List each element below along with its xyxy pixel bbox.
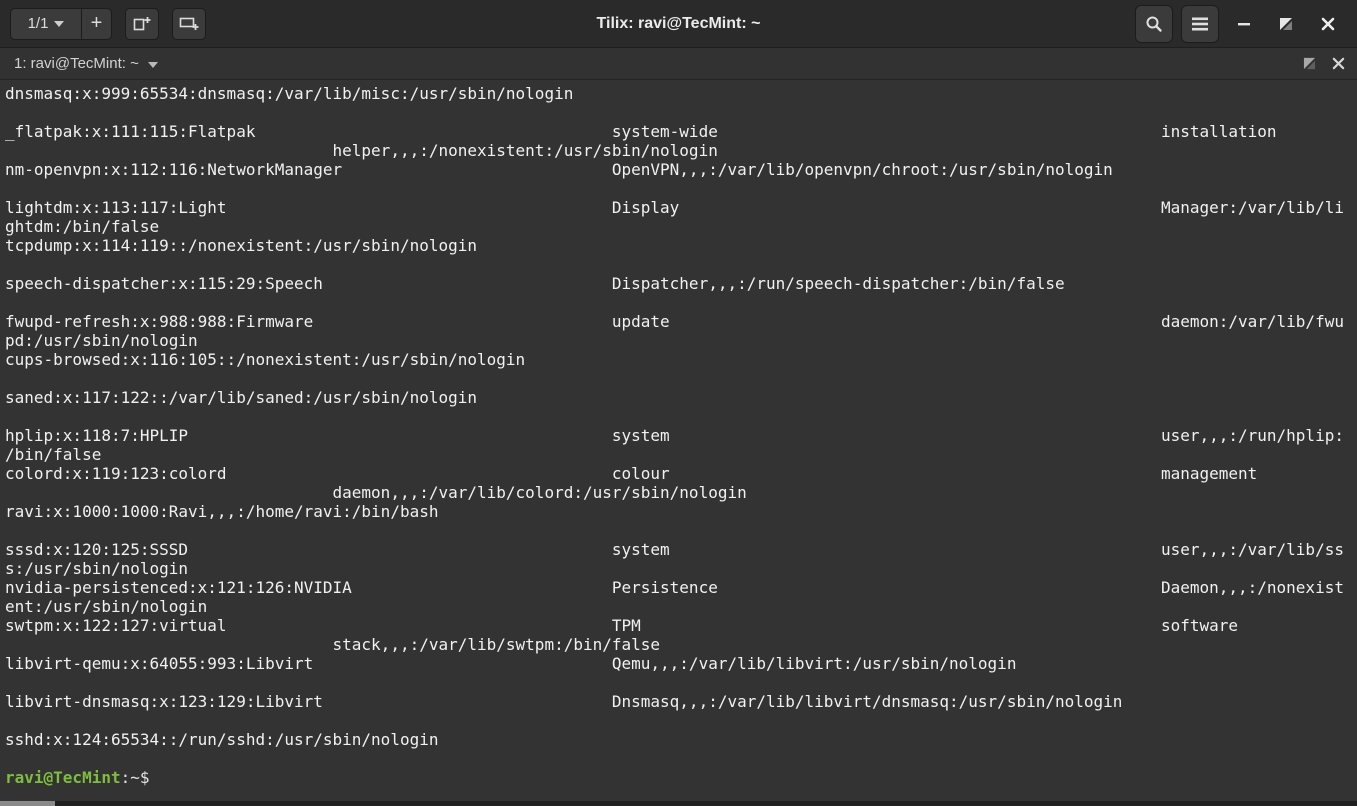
terminal-line: swtpm:x:122:127:virtual TPM software — [5, 616, 1238, 635]
close-button[interactable] — [1311, 5, 1345, 43]
terminal-title-dropdown[interactable]: 1: ravi@TecMint: ~ — [14, 55, 158, 72]
terminal-line: speech-dispatcher:x:115:29:Speech Dispat… — [5, 274, 1065, 293]
terminal-line: sssd:x:120:125:SSSD system user,,,:/var/… — [5, 540, 1344, 559]
terminal-line: saned:x:117:122::/var/lib/saned:/usr/sbi… — [5, 388, 478, 407]
terminal-line: /bin/false — [5, 445, 102, 464]
terminal-line: nm-openvpn:x:112:116:NetworkManager Open… — [5, 160, 1113, 179]
search-button[interactable] — [1135, 5, 1173, 43]
split-terminal-right-button[interactable] — [125, 7, 159, 40]
minimize-icon — [1237, 17, 1251, 31]
session-selector-button[interactable]: 1/1 — [10, 7, 82, 40]
plus-icon: + — [90, 12, 103, 34]
search-icon — [1145, 15, 1163, 33]
chevron-down-icon — [54, 20, 65, 27]
terminal-line: s:/usr/sbin/nologin — [5, 559, 189, 578]
terminal-line: fwupd-refresh:x:988:988:Firmware update … — [5, 312, 1344, 331]
terminal-line: cups-browsed:x:116:105::/nonexistent:/us… — [5, 350, 526, 369]
session-indicator: 1/1 — [27, 15, 49, 32]
restore-window-icon — [1279, 17, 1293, 31]
terminal-line: sshd:x:124:65534::/run/sshd:/usr/sbin/no… — [5, 730, 439, 749]
menu-button[interactable] — [1181, 5, 1219, 43]
add-terminal-down-icon — [179, 16, 199, 32]
close-icon — [1321, 17, 1335, 31]
new-session-button[interactable]: + — [82, 7, 112, 40]
split-terminal-down-button[interactable] — [172, 7, 206, 40]
terminal-title: 1: ravi@TecMint: ~ — [14, 55, 139, 72]
terminal-line: libvirt-qemu:x:64055:993:Libvirt Qemu,,,… — [5, 654, 1017, 673]
terminal-line: dnsmasq:x:999:65534:dnsmasq:/var/lib/mis… — [5, 84, 574, 103]
terminal-line: tcpdump:x:114:119::/nonexistent:/usr/sbi… — [5, 236, 478, 255]
shell-prompt: ravi@TecMint:~$ — [5, 768, 1357, 787]
close-terminal-button[interactable] — [1332, 57, 1345, 70]
chevron-down-icon — [147, 61, 158, 68]
terminal-line: lightdm:x:113:117:Light Display Manager:… — [5, 198, 1344, 217]
terminal-line: colord:x:119:123:colord colour managemen… — [5, 464, 1258, 483]
terminal-line: _flatpak:x:111:115:Flatpak system-wide i… — [5, 122, 1277, 141]
terminal-line: daemon,,,:/var/lib/colord:/usr/sbin/nolo… — [5, 483, 747, 502]
terminal-line: ghtdm:/bin/false — [5, 217, 160, 236]
resize-grip[interactable] — [0, 801, 55, 806]
hamburger-menu-icon — [1191, 17, 1209, 31]
terminal-line: ent:/usr/sbin/nologin — [5, 597, 208, 616]
terminal-line: ravi:x:1000:1000:Ravi,,,:/home/ravi:/bin… — [5, 502, 439, 521]
terminal-tab-bar: 1: ravi@TecMint: ~ — [0, 48, 1357, 80]
terminal-output-area[interactable]: dnsmasq:x:999:65534:dnsmasq:/var/lib/mis… — [0, 80, 1357, 806]
add-terminal-right-icon — [133, 16, 151, 32]
restore-button[interactable] — [1269, 5, 1303, 43]
titlebar[interactable]: 1/1 + Tilix: ravi@TecMint: ~ — [0, 0, 1357, 48]
tilix-window: 1/1 + Tilix: ravi@TecMint: ~ 1: ravi@Tec… — [0, 0, 1357, 806]
maximize-terminal-button[interactable] — [1303, 57, 1316, 70]
window-bottom-edge — [0, 801, 1357, 806]
terminal-line: helper,,,:/nonexistent:/usr/sbin/nologin — [5, 141, 718, 160]
minimize-button[interactable] — [1227, 5, 1261, 43]
terminal-line: stack,,,:/var/lib/swtpm:/bin/false — [5, 635, 661, 654]
terminal-line: nvidia-persistenced:x:121:126:NVIDIA Per… — [5, 578, 1344, 597]
terminal-line: hplip:x:118:7:HPLIP system user,,,:/run/… — [5, 426, 1344, 445]
prompt-user-host: ravi@TecMint — [5, 768, 121, 787]
terminal-line: libvirt-dnsmasq:x:123:129:Libvirt Dnsmas… — [5, 692, 1123, 711]
prompt-suffix: :~$ — [120, 768, 160, 787]
terminal-line: pd:/usr/sbin/nologin — [5, 331, 198, 350]
